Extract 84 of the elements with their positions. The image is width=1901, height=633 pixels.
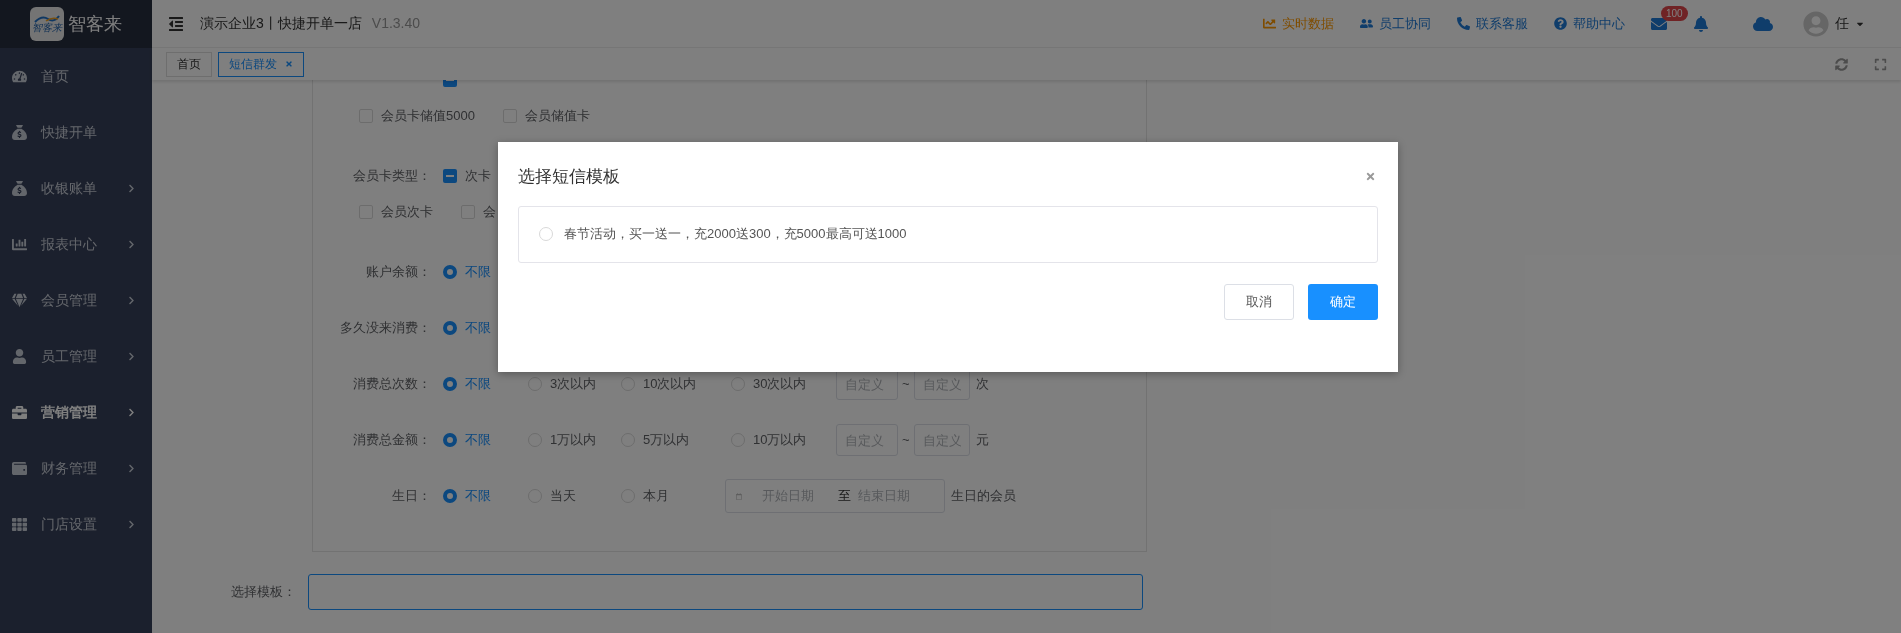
grid-icon	[12, 516, 27, 532]
help-icon	[1554, 17, 1567, 30]
checkbox-option[interactable]: 会员次卡	[359, 202, 433, 222]
radio[interactable]	[443, 377, 457, 391]
sidebar-item[interactable]: 首页	[0, 48, 152, 104]
radio-option[interactable]: 1万以内	[528, 430, 621, 450]
user-name[interactable]: 任	[1835, 13, 1849, 34]
bell-icon[interactable]	[1693, 15, 1709, 32]
briefcase-icon	[12, 404, 27, 420]
radio-option[interactable]: 不限	[443, 430, 528, 450]
refresh-icon[interactable]	[1835, 57, 1848, 71]
sidebar-item[interactable]: 报表中心	[0, 216, 152, 272]
dashboard-icon	[12, 68, 27, 84]
radio-option[interactable]: 不限	[443, 486, 528, 506]
field-label: 消费总次数：	[352, 375, 431, 394]
field-label: 多久没来消费：	[339, 319, 431, 338]
radio-option[interactable]: 10万以内	[731, 430, 836, 450]
radio-option[interactable]: 不限	[443, 374, 528, 394]
radio-option[interactable]: 当天	[528, 486, 621, 506]
unit-label: 次	[975, 375, 989, 394]
phone-icon	[1457, 17, 1470, 30]
radio-option[interactable]: 30次以内	[731, 374, 836, 394]
logo-text: 智客来	[32, 23, 62, 33]
field-label: 生日：	[391, 487, 431, 506]
notification-badge: 100	[1661, 5, 1688, 21]
money-bag-icon	[12, 180, 27, 196]
app-name: 智客来	[68, 12, 122, 36]
close-icon[interactable]	[1365, 171, 1376, 183]
field-label: 会员卡类型：	[352, 167, 431, 186]
radio-option[interactable]: 3次以内	[528, 374, 621, 394]
radio-option[interactable]: 不限	[443, 262, 528, 282]
menu-icon[interactable]	[168, 15, 184, 32]
sidebar-item[interactable]: 员工管理	[0, 328, 152, 384]
sidebar-item[interactable]: 门店设置	[0, 496, 152, 552]
radio[interactable]	[443, 321, 457, 335]
header-link[interactable]: 员工协同	[1360, 13, 1431, 34]
radio-option[interactable]: 5万以内	[621, 430, 731, 450]
range-separator: ~	[902, 375, 910, 394]
field-label: 消费总金额：	[352, 431, 431, 450]
gem-icon	[12, 292, 27, 308]
field-label: 账户余额：	[365, 263, 431, 282]
mail-icon[interactable]	[1651, 15, 1667, 32]
range-separator: ~	[902, 431, 910, 450]
fullscreen-icon[interactable]	[1874, 57, 1887, 71]
unit-label: 生日的会员	[951, 487, 1016, 506]
wallet-icon	[12, 460, 27, 476]
checkbox-option[interactable]: 会员卡储值5000	[359, 106, 475, 126]
template-option[interactable]: 春节活动，买一送一，充2000送300，充5000最高可送1000	[539, 224, 1357, 244]
field-label: 选择模板：	[230, 583, 297, 602]
sidebar-item[interactable]: 财务管理	[0, 440, 152, 496]
user-icon	[12, 348, 27, 364]
company-title: 演示企业3丨快捷开单一店	[200, 14, 362, 33]
header-link[interactable]: 帮助中心	[1554, 13, 1625, 34]
sidebar-item[interactable]: 会员管理	[0, 272, 152, 328]
checkbox[interactable]	[443, 169, 457, 183]
money-bag-icon	[12, 124, 27, 140]
swoosh-icon	[34, 15, 60, 23]
close-icon[interactable]	[285, 60, 293, 68]
header-link[interactable]: 联系客服	[1457, 13, 1528, 34]
unit-label: 元	[975, 431, 989, 450]
tab[interactable]: 短信群发	[218, 51, 304, 77]
bar-chart-icon	[12, 236, 27, 252]
radio-option[interactable]: 不限	[443, 318, 528, 338]
avatar[interactable]	[1803, 10, 1829, 37]
radio-option[interactable]: 10次以内	[621, 374, 731, 394]
confirm-button[interactable]: 确定	[1308, 283, 1378, 320]
users-icon	[1360, 17, 1373, 30]
cancel-button[interactable]: 取消	[1224, 283, 1294, 320]
radio[interactable]	[443, 489, 457, 503]
range-separator: 至	[837, 487, 852, 506]
sidebar-item[interactable]: 收银账单	[0, 160, 152, 216]
radio[interactable]	[443, 433, 457, 447]
line-chart-icon	[1263, 17, 1276, 30]
header-link[interactable]: 实时数据	[1263, 13, 1334, 34]
checkbox-option[interactable]: 次卡	[443, 166, 491, 186]
calendar-icon	[736, 490, 742, 502]
tab[interactable]: 首页	[166, 51, 212, 77]
sidebar-item[interactable]: 营销管理	[0, 384, 152, 440]
checkbox-option[interactable]: 会员储值卡	[502, 106, 590, 126]
template-input[interactable]	[308, 574, 1143, 610]
checkbox-option[interactable]: 会	[461, 202, 496, 222]
radio[interactable]	[443, 265, 457, 279]
dialog-title: 选择短信模板	[518, 166, 620, 188]
sidebar-item[interactable]: 快捷开单	[0, 104, 152, 160]
